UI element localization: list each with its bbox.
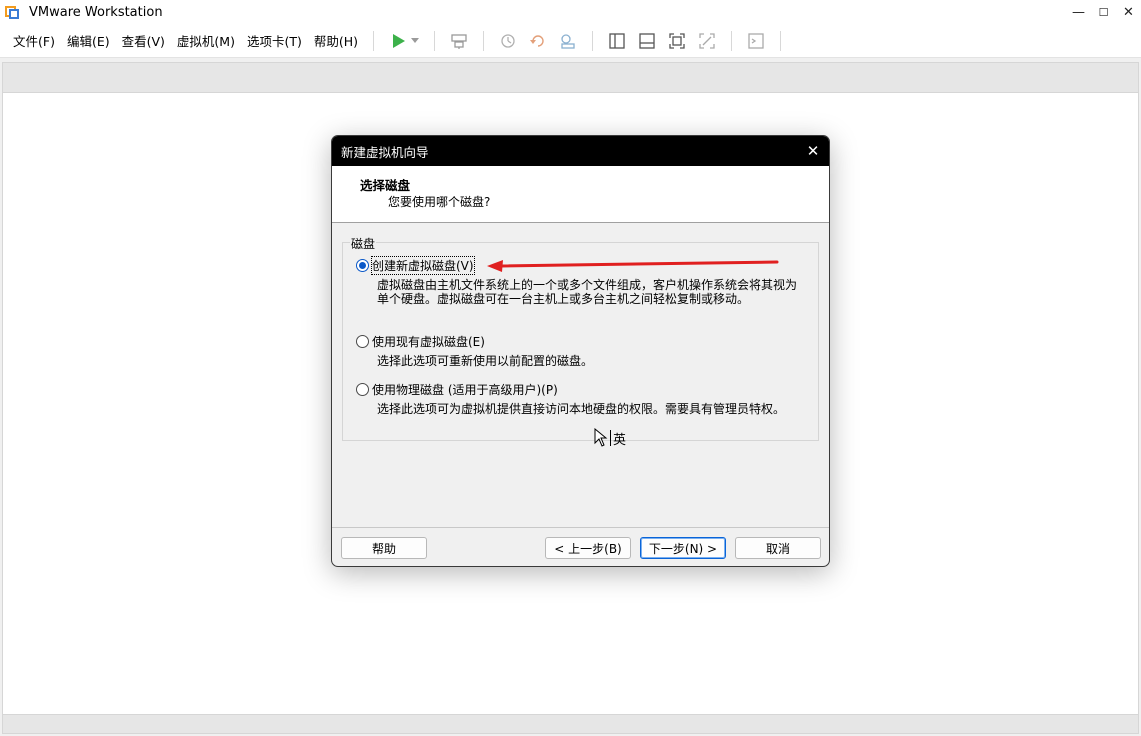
option-use-existing-disk-description: 选择此选项可重新使用以前配置的磁盘。 bbox=[377, 354, 593, 368]
title-bar: VMware Workstation — ☐ ✕ bbox=[0, 0, 1141, 24]
radio-create-new-disk[interactable] bbox=[356, 259, 369, 272]
option-create-new-disk-description: 虚拟磁盘由主机文件系统上的一个或多个文件组成，客户机操作系统会将其视为 单个硬盘… bbox=[377, 278, 797, 306]
step-title: 选择磁盘 bbox=[360, 178, 411, 193]
red-annotation-arrow bbox=[487, 260, 779, 272]
toolbar-divider bbox=[780, 30, 782, 51]
ime-indicator: 英 bbox=[594, 428, 626, 448]
minimize-button[interactable]: — bbox=[1066, 0, 1091, 24]
toolbar-divider bbox=[434, 30, 436, 51]
cancel-button[interactable]: 取消 bbox=[735, 537, 821, 559]
toolbar-divider bbox=[731, 30, 733, 51]
status-bar bbox=[2, 714, 1139, 734]
console-icon[interactable] bbox=[745, 30, 767, 52]
menu-help[interactable]: 帮助(H) bbox=[308, 31, 364, 50]
radio-use-existing-disk[interactable] bbox=[356, 335, 369, 348]
library-tab-strip bbox=[2, 62, 1139, 93]
radio-use-physical-disk[interactable] bbox=[356, 383, 369, 396]
description-line: 选择此选项可重新使用以前配置的磁盘。 bbox=[377, 354, 594, 368]
dialog-title: 新建虚拟机向导 bbox=[341, 144, 429, 160]
manage-snapshots-icon[interactable] bbox=[557, 30, 579, 52]
unity-icon[interactable] bbox=[696, 30, 718, 52]
option-use-physical-disk-label[interactable]: 使用物理磁盘 (适用于高级用户)(P) bbox=[372, 381, 558, 398]
back-button[interactable]: < 上一步(B) bbox=[545, 537, 631, 559]
description-line: 单个硬盘。虚拟磁盘可在一台主机上或多台主机之间轻松复制或移动。 bbox=[377, 292, 750, 306]
snapshot-icon[interactable] bbox=[497, 30, 519, 52]
description-line: 选择此选项可为虚拟机提供直接访问本地硬盘的权限。需要具有管理员特权。 bbox=[377, 402, 786, 416]
ime-mode-label: 英 bbox=[613, 432, 627, 448]
option-create-new-disk-label[interactable]: 创建新虚拟磁盘(V) bbox=[371, 256, 475, 275]
dialog-header: 选择磁盘 您要使用哪个磁盘? bbox=[332, 166, 829, 223]
footer-divider bbox=[332, 527, 829, 528]
dialog-close-button[interactable]: ✕ bbox=[803, 141, 823, 161]
option-use-physical-disk[interactable]: 使用物理磁盘 (适用于高级用户)(P) bbox=[356, 381, 558, 398]
menu-file[interactable]: 文件(F) bbox=[7, 31, 61, 50]
fullscreen-icon[interactable] bbox=[666, 30, 688, 52]
dialog-title-bar: 新建虚拟机向导 ✕ bbox=[332, 136, 829, 166]
maximize-button[interactable]: ☐ bbox=[1091, 0, 1116, 24]
option-use-physical-disk-description: 选择此选项可为虚拟机提供直接访问本地硬盘的权限。需要具有管理员特权。 bbox=[377, 402, 785, 416]
toolbar-divider bbox=[592, 30, 594, 51]
help-button[interactable]: 帮助 bbox=[341, 537, 427, 559]
mouse-cursor-icon bbox=[594, 428, 608, 447]
menu-toolbar: 文件(F) 编辑(E) 查看(V) 虚拟机(M) 选项卡(T) 帮助(H) bbox=[0, 24, 1141, 58]
dropdown-arrow-icon[interactable] bbox=[409, 30, 421, 52]
menu-vm[interactable]: 虚拟机(M) bbox=[171, 31, 241, 50]
play-icon[interactable] bbox=[387, 30, 409, 52]
thumbnail-bar-icon[interactable] bbox=[636, 30, 658, 52]
new-vm-wizard-dialog: 新建虚拟机向导 ✕ 选择磁盘 您要使用哪个磁盘? 磁盘 创建新虚拟磁盘(V) 虚… bbox=[331, 135, 830, 567]
menu-view[interactable]: 查看(V) bbox=[116, 31, 171, 50]
text-caret bbox=[610, 430, 611, 446]
disk-group-label: 磁盘 bbox=[350, 235, 377, 252]
description-line: 虚拟磁盘由主机文件系统上的一个或多个文件组成，客户机操作系统会将其视为 bbox=[377, 278, 798, 292]
menu-edit[interactable]: 编辑(E) bbox=[61, 31, 116, 50]
show-library-icon[interactable] bbox=[606, 30, 628, 52]
option-use-existing-disk[interactable]: 使用现有虚拟磁盘(E) bbox=[356, 333, 485, 350]
option-use-existing-disk-label[interactable]: 使用现有虚拟磁盘(E) bbox=[372, 333, 485, 350]
toolbar-divider bbox=[483, 30, 485, 51]
toolbar-divider bbox=[373, 30, 375, 51]
send-keys-icon[interactable] bbox=[448, 30, 470, 52]
menu-tabs[interactable]: 选项卡(T) bbox=[241, 31, 308, 50]
window-title: VMware Workstation bbox=[29, 4, 163, 20]
next-button[interactable]: 下一步(N) > bbox=[640, 537, 726, 559]
vmware-logo-icon bbox=[5, 4, 21, 20]
step-subtitle: 您要使用哪个磁盘? bbox=[388, 195, 491, 209]
close-window-button[interactable]: ✕ bbox=[1116, 0, 1141, 24]
revert-snapshot-icon[interactable] bbox=[527, 30, 549, 52]
option-create-new-disk[interactable]: 创建新虚拟磁盘(V) bbox=[356, 256, 475, 275]
